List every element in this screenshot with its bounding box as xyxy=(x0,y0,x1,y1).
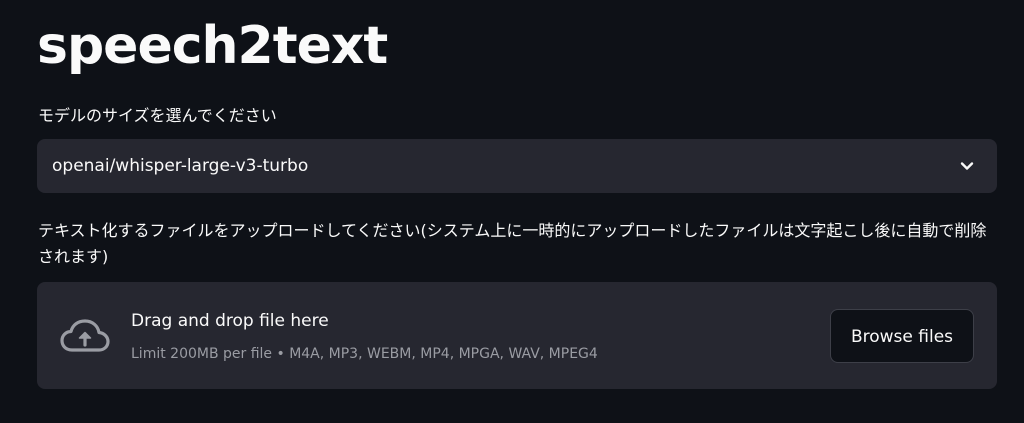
model-select[interactable]: openai/whisper-large-v3-turbo xyxy=(37,139,997,193)
dropzone-file-limits: Limit 200MB per file • M4A, MP3, WEBM, M… xyxy=(131,346,598,362)
browse-files-button[interactable]: Browse files xyxy=(830,309,974,363)
cloud-upload-icon xyxy=(59,318,111,354)
dropzone-title: Drag and drop file here xyxy=(131,311,329,331)
model-size-label: モデルのサイズを選んでください xyxy=(38,106,277,125)
file-upload-label: テキスト化するファイルをアップロードしてください(システム上に一時的にアップロー… xyxy=(38,221,987,266)
page-title: speech2text xyxy=(37,16,388,76)
file-dropzone[interactable]: Drag and drop file here Limit 200MB per … xyxy=(37,282,997,389)
model-select-value: openai/whisper-large-v3-turbo xyxy=(52,156,309,176)
chevron-down-icon[interactable] xyxy=(957,156,977,176)
